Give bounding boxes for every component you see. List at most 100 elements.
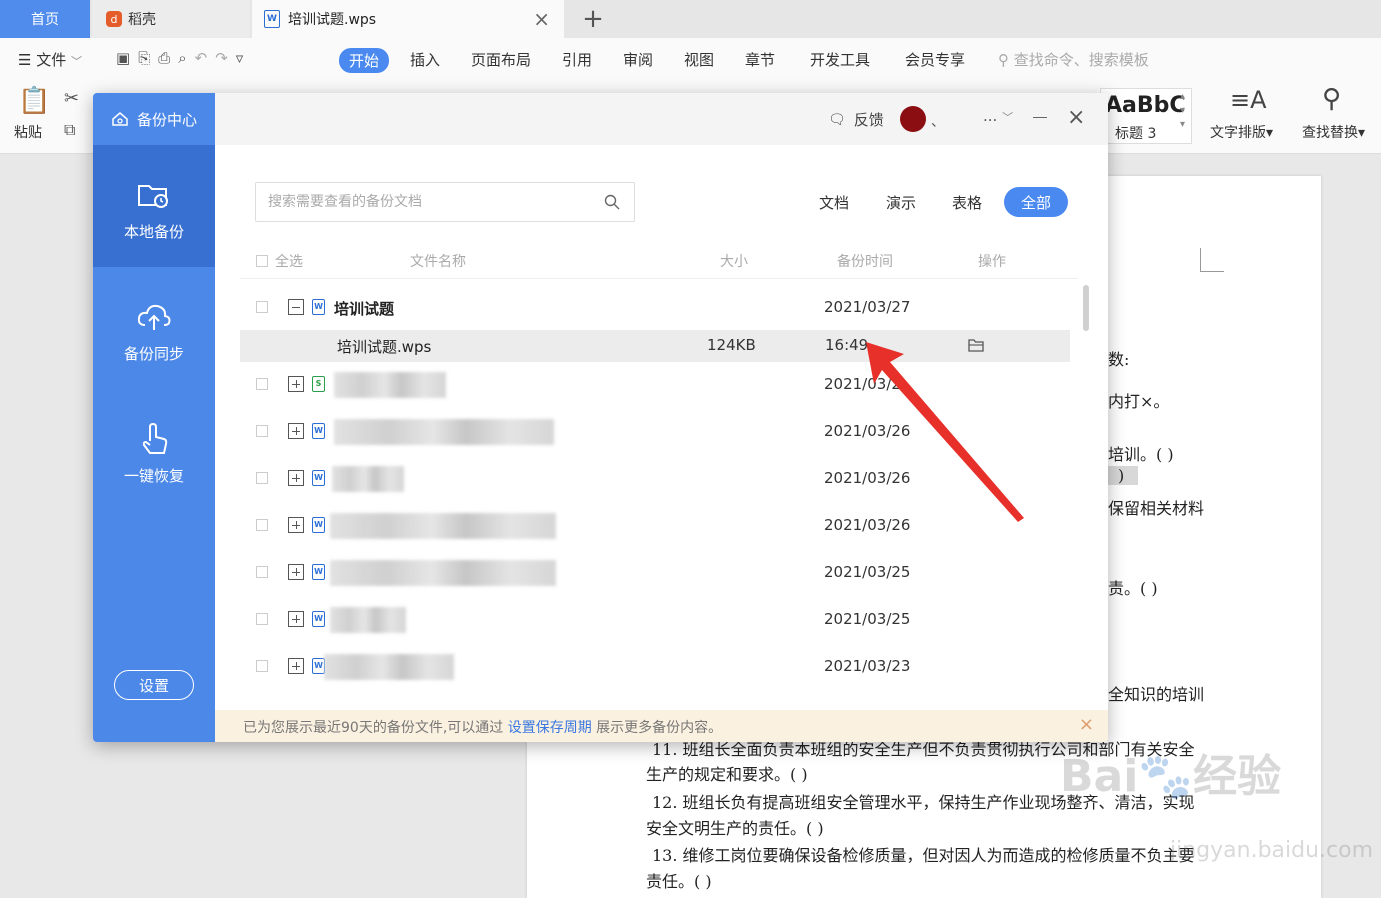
close-tab-icon[interactable]: × xyxy=(533,9,550,29)
hamburger-icon: ☰ xyxy=(18,51,32,69)
find-icon[interactable]: ⚲ xyxy=(1322,84,1341,114)
column-name: 文件名称 xyxy=(410,254,466,270)
menu-tab-insert[interactable]: 插入 xyxy=(410,49,440,70)
retention-notice: 已为您展示最近90天的备份文件,可以通过 设置保存周期 展示更多备份内容。 × xyxy=(215,710,1108,742)
tab-document[interactable]: W 培训试题.wps × xyxy=(252,0,564,38)
menu-tab-chapter[interactable]: 章节 xyxy=(745,49,775,70)
table-row[interactable]: W 2021/03/23 xyxy=(240,648,1070,686)
collapse-icon[interactable] xyxy=(288,299,304,315)
row-checkbox[interactable] xyxy=(256,566,268,578)
paste-button[interactable]: 粘贴 xyxy=(14,122,42,142)
feedback-button[interactable]: 🗨 反馈 xyxy=(828,109,884,130)
row-checkbox[interactable] xyxy=(256,425,268,437)
filter-presentation[interactable]: 演示 xyxy=(886,192,916,213)
table-row-selected[interactable]: 培训试题.wps 124KB 16:49 xyxy=(240,330,1070,362)
cut-icon[interactable]: ✂ xyxy=(64,88,79,109)
close-notice-icon[interactable]: × xyxy=(1079,714,1094,735)
expand-icon[interactable] xyxy=(288,470,304,486)
tab-daoke[interactable]: d 稻壳 xyxy=(92,0,250,38)
daoke-logo-icon: d xyxy=(106,11,122,27)
avatar[interactable] xyxy=(900,106,926,132)
row-checkbox[interactable] xyxy=(256,472,268,484)
doc-line: 数: xyxy=(1108,350,1130,369)
print-icon[interactable]: ⎙ xyxy=(158,49,178,67)
expand-icon[interactable] xyxy=(288,517,304,533)
minimize-button[interactable] xyxy=(1033,117,1047,118)
expand-icon[interactable] xyxy=(288,658,304,674)
expand-icon[interactable] xyxy=(288,611,304,627)
table-row[interactable]: S 2021/03/2 xyxy=(240,366,1070,404)
expand-icon[interactable] xyxy=(288,423,304,439)
baidu-watermark-icon: Bai🐾经验 xyxy=(1060,751,1282,802)
text-layout-button[interactable]: 文字排版▾ xyxy=(1210,122,1273,142)
print-preview-icon[interactable]: ⌕ xyxy=(178,49,194,67)
menu-tab-layout[interactable]: 页面布局 xyxy=(471,49,531,70)
open-folder-icon[interactable] xyxy=(968,338,984,352)
table-row[interactable]: W 2021/03/26 xyxy=(240,507,1070,545)
row-checkbox[interactable] xyxy=(256,301,268,313)
table-row[interactable]: W 2021/03/25 xyxy=(240,554,1070,592)
filter-document[interactable]: 文档 xyxy=(819,192,849,213)
command-search[interactable]: ⚲ 查找命令、搜索模板 xyxy=(998,49,1149,70)
backup-date: 2021/03/26 xyxy=(824,422,911,440)
notice-before: 已为您展示最近90天的备份文件,可以通过 xyxy=(243,720,508,736)
chat-bubble-icon: 🗨 xyxy=(828,111,846,128)
backup-date: 2021/03/26 xyxy=(824,469,911,487)
settings-button[interactable]: 设置 xyxy=(114,670,194,700)
sidebar-item-local-backup[interactable]: 本地备份 xyxy=(93,145,215,267)
redo-icon[interactable]: ↷ xyxy=(215,49,236,67)
text-layout-icon[interactable]: ≡A xyxy=(1230,86,1267,114)
backup-date: 2021/03/23 xyxy=(824,657,911,675)
row-checkbox[interactable] xyxy=(256,660,268,672)
sidebar-item-label: 本地备份 xyxy=(123,223,184,241)
table-row[interactable]: W 2021/03/26 xyxy=(240,460,1070,498)
expand-icon[interactable] xyxy=(288,564,304,580)
menu-tab-reference[interactable]: 引用 xyxy=(562,49,592,70)
home-cloud-icon xyxy=(112,112,128,126)
search-icon[interactable] xyxy=(604,194,620,210)
menu-bar: ☰ 文件 ﹀ ▣⎘⎙⌕↶↷▿ 开始 插入 页面布局 引用 审阅 视图 章节 开发… xyxy=(0,38,1381,82)
new-tab-icon[interactable]: + xyxy=(580,4,606,34)
menu-tab-member[interactable]: 会员专享 xyxy=(905,49,965,70)
menu-tab-view[interactable]: 视图 xyxy=(684,49,714,70)
copy-icon[interactable]: ⧉ xyxy=(64,120,75,140)
doc-line: 生产的规定和要求。( ) xyxy=(646,765,808,784)
export-icon[interactable]: ⎘ xyxy=(138,49,158,67)
set-retention-link[interactable]: 设置保存周期 xyxy=(508,720,592,736)
close-dialog-button[interactable]: × xyxy=(1067,105,1085,130)
menu-tab-home[interactable]: 开始 xyxy=(339,48,390,73)
backup-search-input[interactable] xyxy=(268,183,588,221)
menu-tab-devtools[interactable]: 开发工具 xyxy=(810,49,870,70)
find-replace-button[interactable]: 查找替换▾ xyxy=(1302,122,1365,142)
style-scroll-icon[interactable]: ▴ ▾ ▾ xyxy=(1180,90,1185,132)
undo-icon[interactable]: ↶ xyxy=(195,49,216,67)
row-checkbox[interactable] xyxy=(256,613,268,625)
table-row[interactable]: W 2021/03/26 xyxy=(240,413,1070,451)
table-row[interactable]: W 2021/03/25 xyxy=(240,601,1070,639)
select-all-checkbox[interactable] xyxy=(256,255,268,267)
tab-daoke-label: 稻壳 xyxy=(128,12,156,28)
doc-line: 安全文明生产的责任。( ) xyxy=(646,819,824,838)
sidebar-item-backup-sync[interactable]: 备份同步 xyxy=(93,267,215,389)
cloud-upload-icon xyxy=(137,304,171,330)
list-scrollbar[interactable] xyxy=(1083,285,1089,331)
backup-date: 2021/03/25 xyxy=(824,610,911,628)
customize-icon[interactable]: ▿ xyxy=(236,49,252,67)
style-heading3[interactable]: AaBbC 标题 3 xyxy=(1100,88,1192,144)
paste-icon[interactable]: 📋 xyxy=(18,86,50,116)
filter-all[interactable]: 全部 xyxy=(1004,187,1068,217)
tab-home[interactable]: 首页 xyxy=(0,0,90,38)
sidebar-item-restore[interactable]: 一键恢复 xyxy=(93,389,215,511)
menu-tab-review[interactable]: 审阅 xyxy=(623,49,653,70)
save-icon[interactable]: ▣ xyxy=(116,49,138,67)
expand-icon[interactable] xyxy=(288,376,304,392)
wps-document-icon: W xyxy=(264,10,280,28)
more-button[interactable]: ... ﹀ xyxy=(983,107,1013,125)
file-menu[interactable]: ☰ 文件 ﹀ xyxy=(18,49,82,70)
table-row[interactable]: W 培训试题 2021/03/27 xyxy=(240,289,1070,327)
row-checkbox[interactable] xyxy=(256,519,268,531)
filter-spreadsheet[interactable]: 表格 xyxy=(952,192,982,213)
backup-sidebar: 备份中心 本地备份 备份同步 一键恢复 设置 xyxy=(93,93,215,742)
file-menu-label: 文件 xyxy=(36,51,67,69)
row-checkbox[interactable] xyxy=(256,378,268,390)
